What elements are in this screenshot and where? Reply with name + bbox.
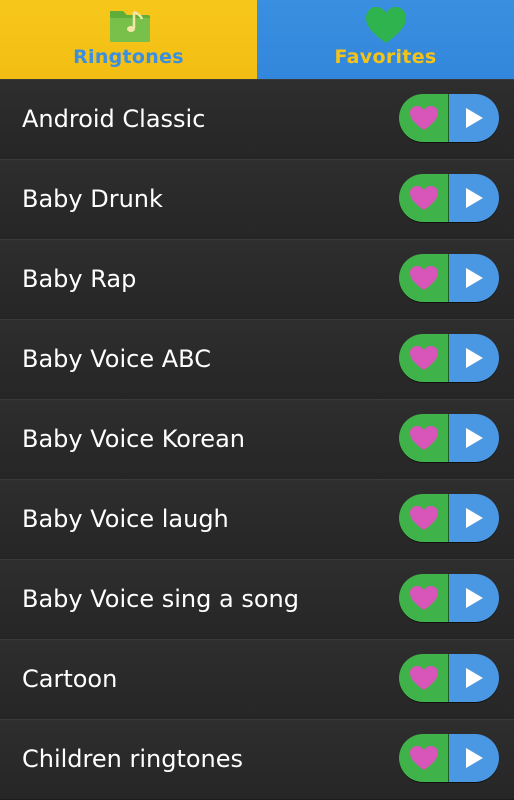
ringtone-title: Android Classic bbox=[22, 105, 206, 133]
ringtone-title: Baby Voice ABC bbox=[22, 345, 211, 373]
ringtone-controls bbox=[399, 734, 499, 782]
ringtone-controls bbox=[399, 494, 499, 542]
play-icon bbox=[464, 187, 484, 209]
ringtone-title: Cartoon bbox=[22, 665, 118, 693]
play-button[interactable] bbox=[449, 254, 499, 302]
play-icon bbox=[464, 427, 484, 449]
list-item[interactable]: Baby Voice Korean bbox=[0, 399, 514, 479]
list-item[interactable]: Baby Rap bbox=[0, 239, 514, 319]
play-icon bbox=[464, 347, 484, 369]
list-item[interactable]: Android Classic bbox=[0, 79, 514, 159]
ringtone-title: Baby Drunk bbox=[22, 185, 163, 213]
list-item[interactable]: Baby Voice sing a song bbox=[0, 559, 514, 639]
favorite-button[interactable] bbox=[399, 574, 449, 622]
ringtone-title: Baby Voice sing a song bbox=[22, 585, 299, 613]
heart-icon bbox=[409, 665, 439, 691]
favorite-button[interactable] bbox=[399, 94, 449, 142]
tab-ringtones-label: Ringtones bbox=[73, 46, 184, 68]
ringtone-title: Children ringtones bbox=[22, 745, 244, 773]
heart-icon bbox=[409, 345, 439, 371]
favorite-button[interactable] bbox=[399, 734, 449, 782]
play-button[interactable] bbox=[449, 574, 499, 622]
heart-icon bbox=[409, 105, 439, 131]
play-button[interactable] bbox=[449, 334, 499, 382]
play-icon bbox=[464, 587, 484, 609]
play-icon bbox=[464, 667, 484, 689]
ringtone-title: Baby Rap bbox=[22, 265, 137, 293]
list-item[interactable]: Baby Voice laugh bbox=[0, 479, 514, 559]
heart-icon bbox=[409, 185, 439, 211]
ringtone-controls bbox=[399, 334, 499, 382]
favorite-button[interactable] bbox=[399, 254, 449, 302]
tab-bar: Ringtones Favorites bbox=[0, 0, 514, 79]
heart-icon bbox=[409, 585, 439, 611]
list-item[interactable]: Children ringtones bbox=[0, 719, 514, 799]
ringtone-controls bbox=[399, 574, 499, 622]
play-icon bbox=[464, 507, 484, 529]
heart-icon bbox=[409, 425, 439, 451]
ringtone-title: Baby Voice laugh bbox=[22, 505, 229, 533]
play-button[interactable] bbox=[449, 494, 499, 542]
heart-icon bbox=[364, 6, 408, 44]
ringtone-controls bbox=[399, 654, 499, 702]
folder-music-icon bbox=[107, 6, 151, 44]
play-button[interactable] bbox=[449, 414, 499, 462]
heart-icon bbox=[409, 505, 439, 531]
tab-favorites-label: Favorites bbox=[334, 46, 437, 68]
ringtone-controls bbox=[399, 94, 499, 142]
ringtone-controls bbox=[399, 254, 499, 302]
ringtones-app: Ringtones Favorites Android Classic Baby… bbox=[0, 0, 514, 800]
tab-ringtones[interactable]: Ringtones bbox=[0, 0, 257, 79]
play-button[interactable] bbox=[449, 654, 499, 702]
favorite-button[interactable] bbox=[399, 174, 449, 222]
play-icon bbox=[464, 267, 484, 289]
favorite-button[interactable] bbox=[399, 654, 449, 702]
play-button[interactable] bbox=[449, 174, 499, 222]
favorite-button[interactable] bbox=[399, 414, 449, 462]
list-item[interactable]: Cartoon bbox=[0, 639, 514, 719]
ringtone-title: Baby Voice Korean bbox=[22, 425, 245, 453]
ringtone-list: Android Classic Baby Drunk Baby Rap Baby… bbox=[0, 79, 514, 799]
heart-icon bbox=[409, 745, 439, 771]
favorite-button[interactable] bbox=[399, 334, 449, 382]
play-icon bbox=[464, 747, 484, 769]
tab-favorites[interactable]: Favorites bbox=[257, 0, 514, 79]
heart-icon bbox=[409, 265, 439, 291]
ringtone-controls bbox=[399, 414, 499, 462]
list-item[interactable]: Baby Drunk bbox=[0, 159, 514, 239]
ringtone-controls bbox=[399, 174, 499, 222]
play-button[interactable] bbox=[449, 734, 499, 782]
favorite-button[interactable] bbox=[399, 494, 449, 542]
play-button[interactable] bbox=[449, 94, 499, 142]
play-icon bbox=[464, 107, 484, 129]
list-item[interactable]: Baby Voice ABC bbox=[0, 319, 514, 399]
